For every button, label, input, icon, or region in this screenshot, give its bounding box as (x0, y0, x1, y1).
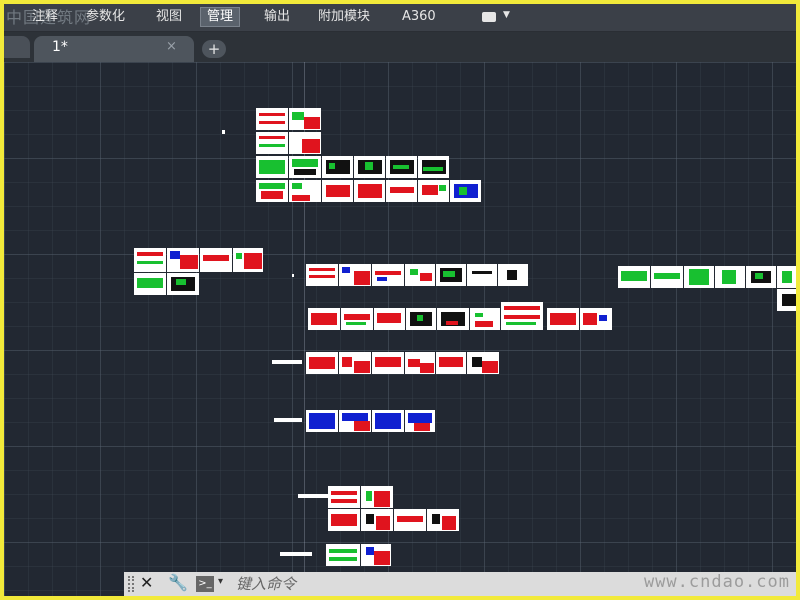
drawing-sheet[interactable] (406, 308, 436, 330)
drawing-sheet[interactable] (256, 156, 288, 178)
marker (222, 130, 225, 134)
menu-parametric[interactable]: 参数化 (80, 7, 131, 27)
drawing-sheet[interactable] (467, 264, 497, 286)
drawing-sheet[interactable] (450, 180, 481, 202)
document-tab-bar: 1* × + (4, 32, 796, 62)
drawing-sheet[interactable] (618, 266, 650, 288)
drawing-sheet[interactable] (339, 352, 371, 374)
drawing-sheet[interactable] (306, 264, 338, 286)
drawing-sheet[interactable] (341, 308, 373, 330)
drawing-sheet[interactable] (427, 509, 459, 531)
wrench-icon[interactable]: 🔧 (168, 573, 188, 592)
close-icon[interactable]: ✕ (140, 573, 153, 592)
drawing-sheet[interactable] (418, 180, 449, 202)
drawing-sheet[interactable] (372, 410, 404, 432)
close-icon[interactable]: × (166, 39, 177, 54)
drawing-sheet[interactable] (498, 264, 528, 286)
drawing-sheet[interactable] (339, 264, 371, 286)
drawing-sheet[interactable] (354, 156, 385, 178)
menu-output[interactable]: 输出 (258, 7, 296, 27)
ribbon-menu-bar: 中国建筑网 注释 参数化 视图 管理 输出 附加模块 A360 ▼ (4, 4, 796, 32)
drawing-sheet[interactable] (684, 266, 714, 288)
drawing-sheet[interactable] (322, 180, 353, 202)
drawing-sheet[interactable] (715, 266, 745, 288)
mail-icon[interactable] (482, 12, 496, 22)
tab-previous[interactable] (4, 36, 30, 58)
drawing-sheet[interactable] (436, 352, 466, 374)
drawing-sheet[interactable] (374, 308, 405, 330)
drawing-sheet[interactable] (289, 180, 321, 202)
drawing-sheet[interactable] (134, 273, 166, 295)
chevron-down-icon[interactable]: ▾ (218, 576, 223, 587)
drawing-sheet[interactable] (372, 264, 404, 286)
drawing-sheet[interactable] (361, 544, 391, 566)
drawing-sheet[interactable] (436, 264, 466, 286)
drawing-sheet[interactable] (354, 180, 385, 202)
drawing-sheet[interactable] (386, 180, 417, 202)
drawing-sheet[interactable] (467, 352, 499, 374)
drawing-sheet[interactable] (651, 266, 683, 288)
drawing-sheet[interactable] (289, 156, 321, 178)
drawing-sheet[interactable] (256, 180, 288, 202)
drawing-sheet[interactable] (470, 308, 500, 330)
menu-manage[interactable]: 管理 (200, 7, 241, 27)
drawing-sheet[interactable] (372, 352, 404, 374)
drawing-sheet[interactable] (306, 410, 338, 432)
drawing-sheet[interactable] (746, 266, 776, 288)
command-prompt-icon[interactable]: >_ (196, 576, 214, 592)
drawing-sheet[interactable] (256, 132, 288, 154)
drawing-sheet[interactable] (322, 156, 353, 178)
dash-marker (272, 360, 302, 364)
tab-document-label: 1* (52, 39, 68, 55)
command-input[interactable] (236, 574, 536, 594)
command-line: ✕ 🔧 >_ ▾ www.cndao.com (124, 572, 796, 596)
drawing-sheet[interactable] (289, 108, 321, 130)
drawing-sheet[interactable] (501, 302, 543, 330)
drawing-sheet[interactable] (777, 289, 796, 311)
dash-marker (280, 552, 312, 556)
drawing-sheet[interactable] (361, 486, 393, 508)
dash-marker (274, 418, 302, 422)
drawing-sheet[interactable] (308, 308, 340, 330)
drawing-sheet[interactable] (405, 264, 435, 286)
drawing-sheet[interactable] (361, 509, 393, 531)
drawing-sheet[interactable] (233, 248, 263, 272)
drawing-sheet[interactable] (167, 248, 199, 272)
drawing-canvas[interactable] (4, 62, 796, 596)
drawing-sheet[interactable] (547, 308, 579, 330)
drawing-sheet[interactable] (328, 509, 360, 531)
drawing-sheet[interactable] (134, 248, 166, 272)
add-tab-button[interactable]: + (202, 40, 226, 58)
menu-addins[interactable]: 附加模块 (312, 7, 376, 27)
drawing-sheet[interactable] (256, 108, 288, 130)
drawing-sheet[interactable] (339, 410, 371, 432)
drawing-sheet[interactable] (167, 273, 199, 295)
marker (292, 274, 294, 277)
chevron-down-icon[interactable]: ▼ (503, 10, 510, 20)
watermark-bottom: www.cndao.com (643, 572, 790, 592)
drawing-sheet[interactable] (328, 486, 360, 508)
drawing-sheet[interactable] (777, 266, 796, 288)
drawing-sheet[interactable] (386, 156, 417, 178)
tab-document[interactable]: 1* × (34, 36, 194, 62)
drawing-sheet[interactable] (580, 308, 612, 330)
drawing-sheet[interactable] (326, 544, 360, 566)
drawing-sheet[interactable] (405, 352, 435, 374)
drawing-sheet[interactable] (200, 248, 232, 272)
drawing-sheet[interactable] (394, 509, 426, 531)
autocad-window: 中国建筑网 注释 参数化 视图 管理 输出 附加模块 A360 ▼ 1* × + (4, 4, 796, 596)
menu-a360[interactable]: A360 (396, 7, 442, 27)
dash-marker (298, 494, 328, 498)
menu-view[interactable]: 视图 (150, 7, 188, 27)
drawing-sheet[interactable] (405, 410, 435, 432)
menu-annotate[interactable]: 注释 (26, 7, 64, 27)
drawing-sheet[interactable] (418, 156, 449, 178)
drag-handle[interactable] (128, 576, 134, 592)
drawing-sheet[interactable] (306, 352, 338, 374)
drawing-sheet[interactable] (437, 308, 469, 330)
drawing-sheet[interactable] (289, 132, 321, 154)
